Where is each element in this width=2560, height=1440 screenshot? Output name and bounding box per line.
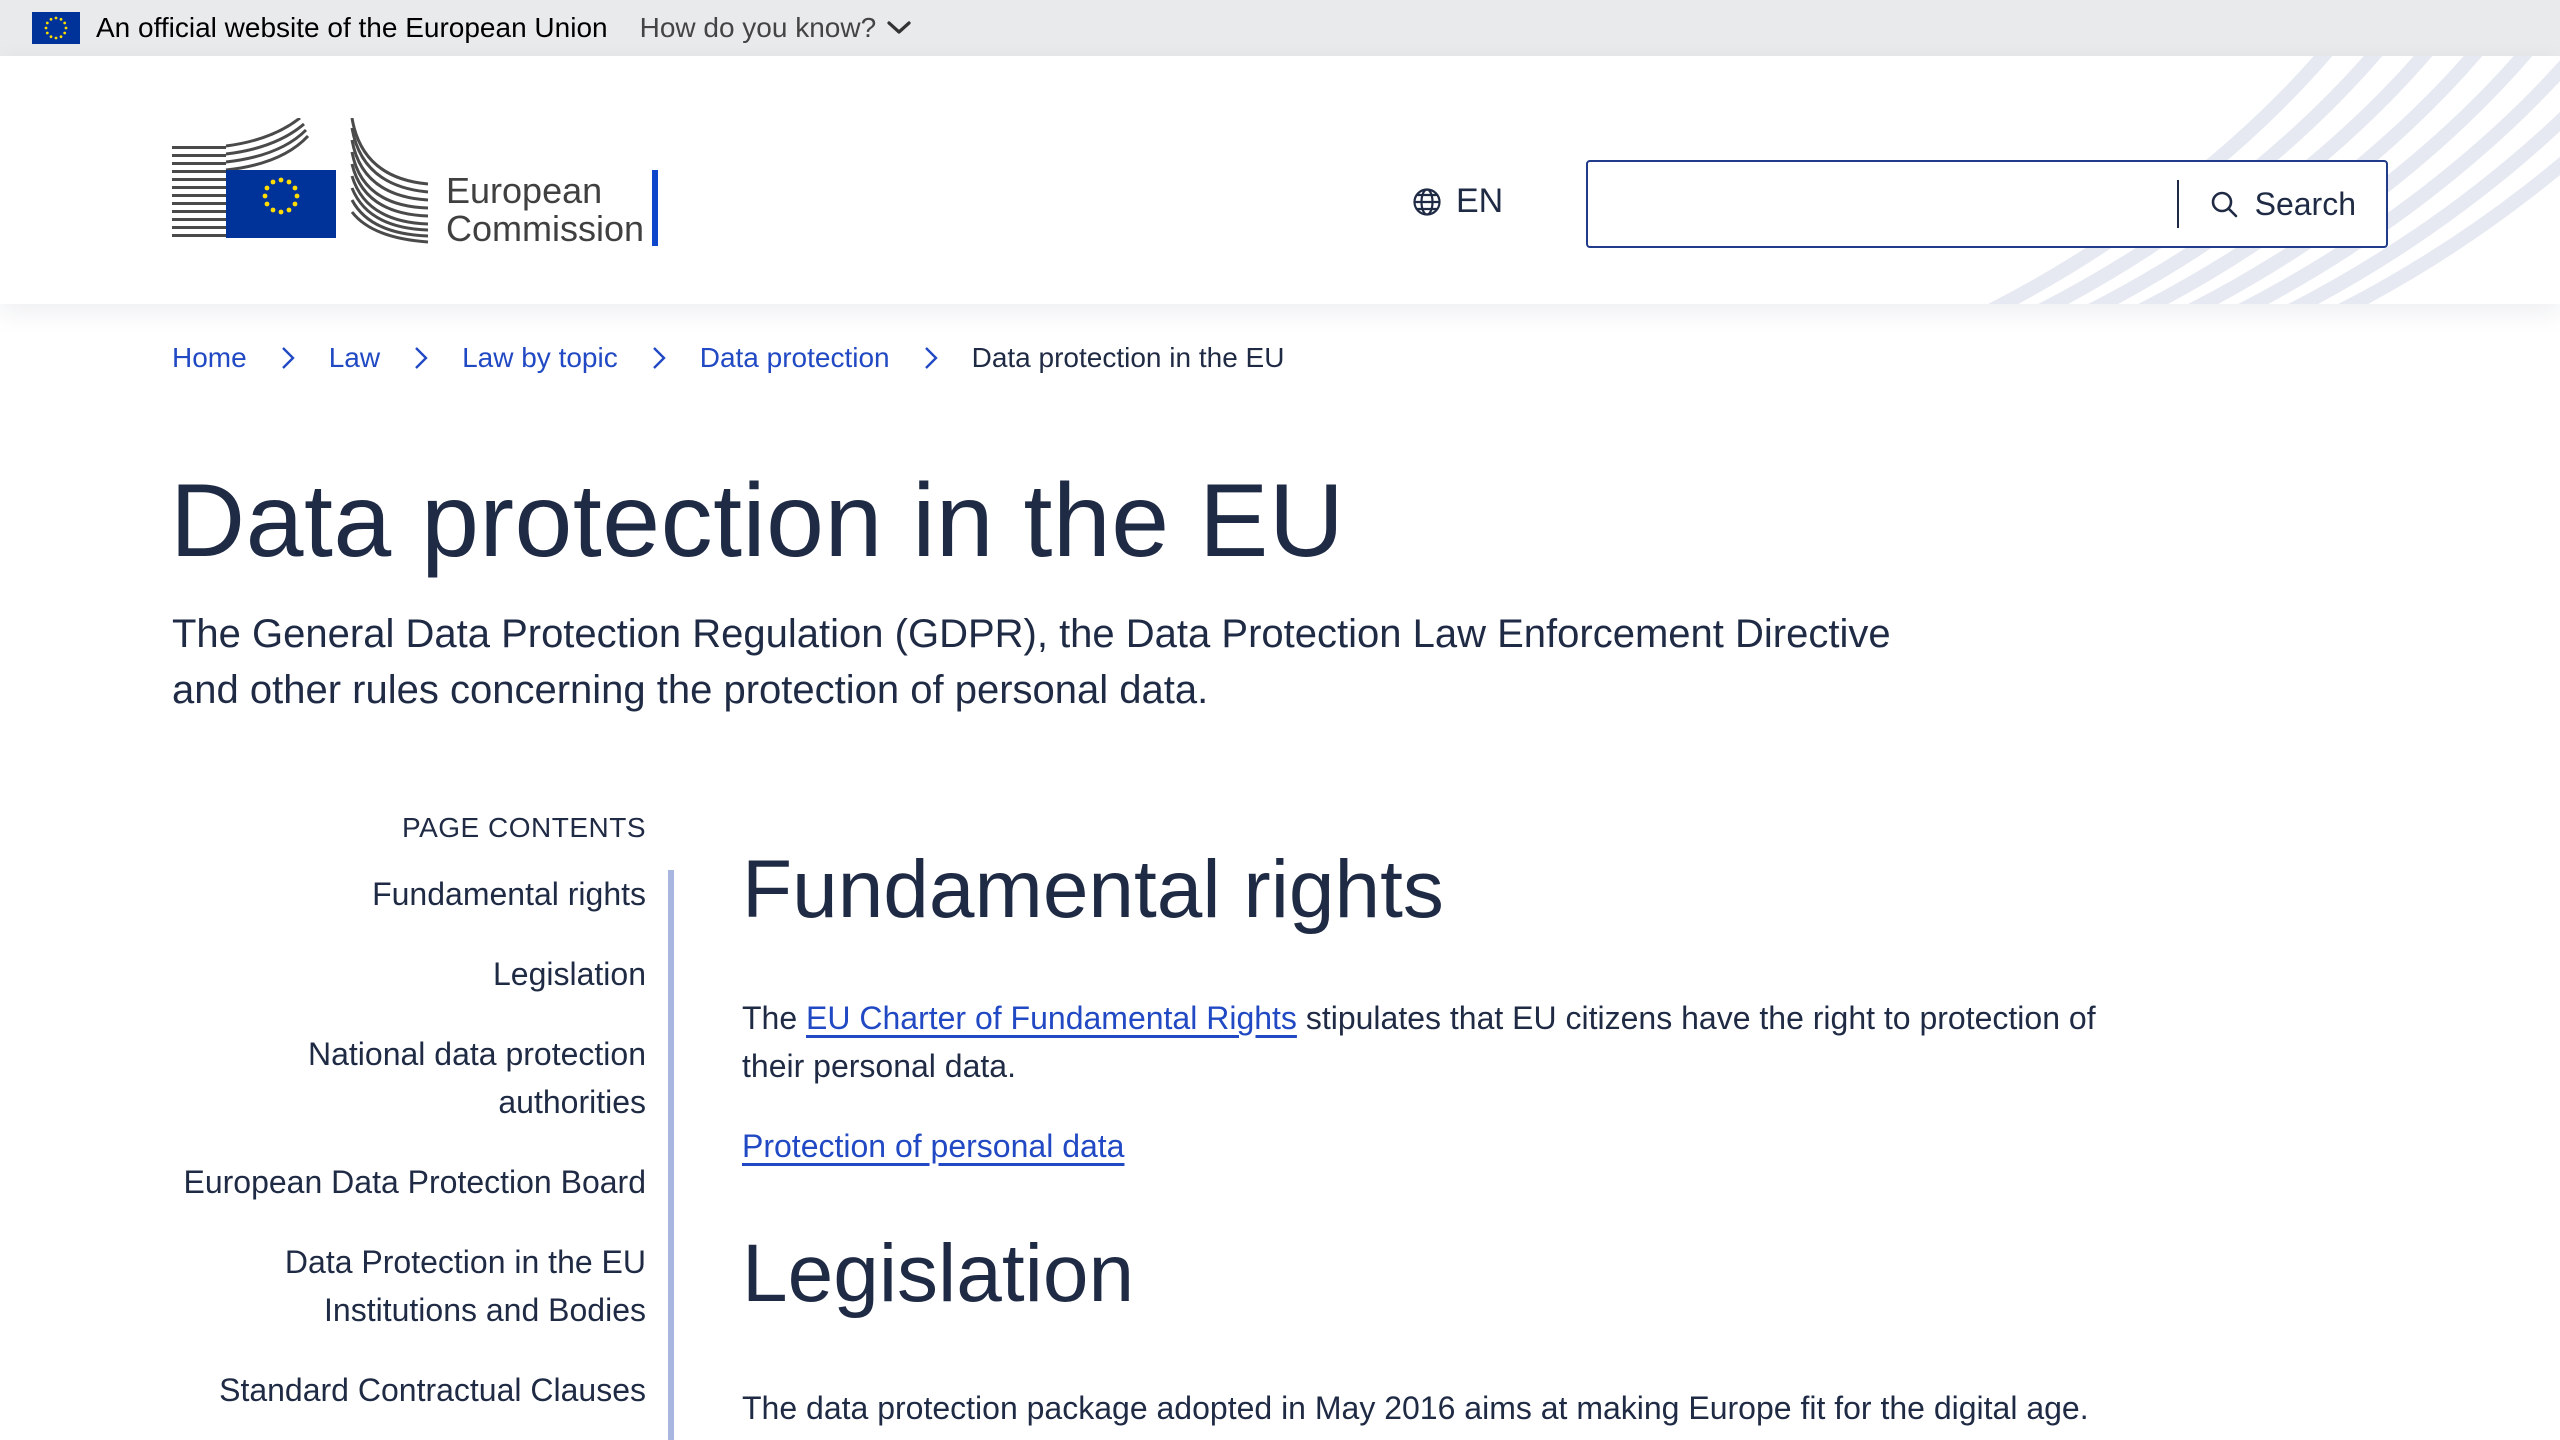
- search-form: Search: [1586, 160, 2388, 248]
- chevron-right-icon: [281, 346, 295, 370]
- main-content: Fundamental rights The EU Charter of Fun…: [742, 840, 2102, 1432]
- page-contents-rail: [668, 870, 674, 1440]
- eu-charter-link[interactable]: EU Charter of Fundamental Rights: [806, 1000, 1297, 1036]
- breadcrumb-law-by-topic[interactable]: Law by topic: [462, 342, 618, 374]
- toc-item-eu-institutions[interactable]: Data Protection in the EU Institutions a…: [172, 1238, 646, 1334]
- how-do-you-know-label: How do you know?: [639, 12, 877, 43]
- chevron-right-icon: [652, 346, 666, 370]
- breadcrumb-current: Data protection in the EU: [971, 342, 1285, 373]
- logo-accent-bar: [652, 170, 658, 246]
- search-input[interactable]: [1588, 162, 2177, 246]
- how-do-you-know-button[interactable]: How do you know?: [640, 12, 913, 44]
- chevron-right-icon: [924, 346, 938, 370]
- breadcrumb-law[interactable]: Law: [329, 342, 380, 374]
- page-intro: The General Data Protection Regulation (…: [172, 606, 1912, 718]
- commission-emblem-icon: [172, 118, 429, 244]
- legislation-paragraph: The data protection package adopted in M…: [742, 1390, 2089, 1426]
- page-title: Data protection in the EU: [170, 463, 1345, 579]
- toc-item-standard-contractual-clauses[interactable]: Standard Contractual Clauses: [172, 1366, 646, 1414]
- eu-official-banner: An official website of the European Unio…: [0, 0, 2560, 56]
- search-button-label: Search: [2254, 185, 2356, 222]
- toc-item-legislation[interactable]: Legislation: [172, 950, 646, 998]
- fundamental-rights-paragraph: The EU Charter of Fundamental Rights sti…: [742, 994, 2102, 1090]
- toc-item-fundamental-rights[interactable]: Fundamental rights: [172, 870, 646, 918]
- search-button[interactable]: Search: [2179, 162, 2386, 246]
- eu-banner-text: An official website of the European Unio…: [96, 12, 608, 43]
- eu-flag-icon: [32, 12, 80, 44]
- toc-item-edpb[interactable]: European Data Protection Board: [172, 1158, 646, 1206]
- language-selector[interactable]: EN: [1412, 182, 1503, 221]
- site-header: European Commission EN Search: [0, 56, 2560, 304]
- related-link-paragraph: Protection of personal data: [742, 1122, 2102, 1170]
- breadcrumb-data-protection[interactable]: Data protection: [700, 342, 890, 374]
- page-contents-nav: Fundamental rights Legislation National …: [172, 870, 646, 1440]
- section-heading-fundamental-rights: Fundamental rights: [742, 844, 1444, 935]
- section-heading-legislation: Legislation: [742, 1228, 1135, 1319]
- globe-icon: [1413, 187, 1441, 216]
- logo-line-european: European: [446, 170, 603, 211]
- logo-wordmark: European Commission: [446, 172, 644, 248]
- page-intro-line-1: The General Data Protection Regulation (…: [172, 612, 1891, 656]
- page-contents-heading: PAGE CONTENTS: [401, 812, 646, 843]
- chevron-right-icon: [414, 346, 428, 370]
- page-intro-line-2: and other rules concerning the protectio…: [172, 668, 1209, 712]
- european-commission-logo[interactable]: European Commission: [172, 118, 662, 248]
- breadcrumb: Home Law Law by topic Data protection Da…: [172, 342, 1284, 374]
- search-icon: [2211, 191, 2237, 218]
- chevron-down-icon: [887, 21, 911, 34]
- language-label: EN: [1456, 182, 1504, 220]
- toc-item-national-authorities[interactable]: National data protection authorities: [172, 1030, 646, 1126]
- logo-line-commission: Commission: [446, 208, 645, 249]
- protection-of-personal-data-link[interactable]: Protection of personal data: [742, 1128, 1124, 1164]
- paragraph-text: The: [742, 1000, 807, 1036]
- breadcrumb-home[interactable]: Home: [172, 342, 247, 374]
